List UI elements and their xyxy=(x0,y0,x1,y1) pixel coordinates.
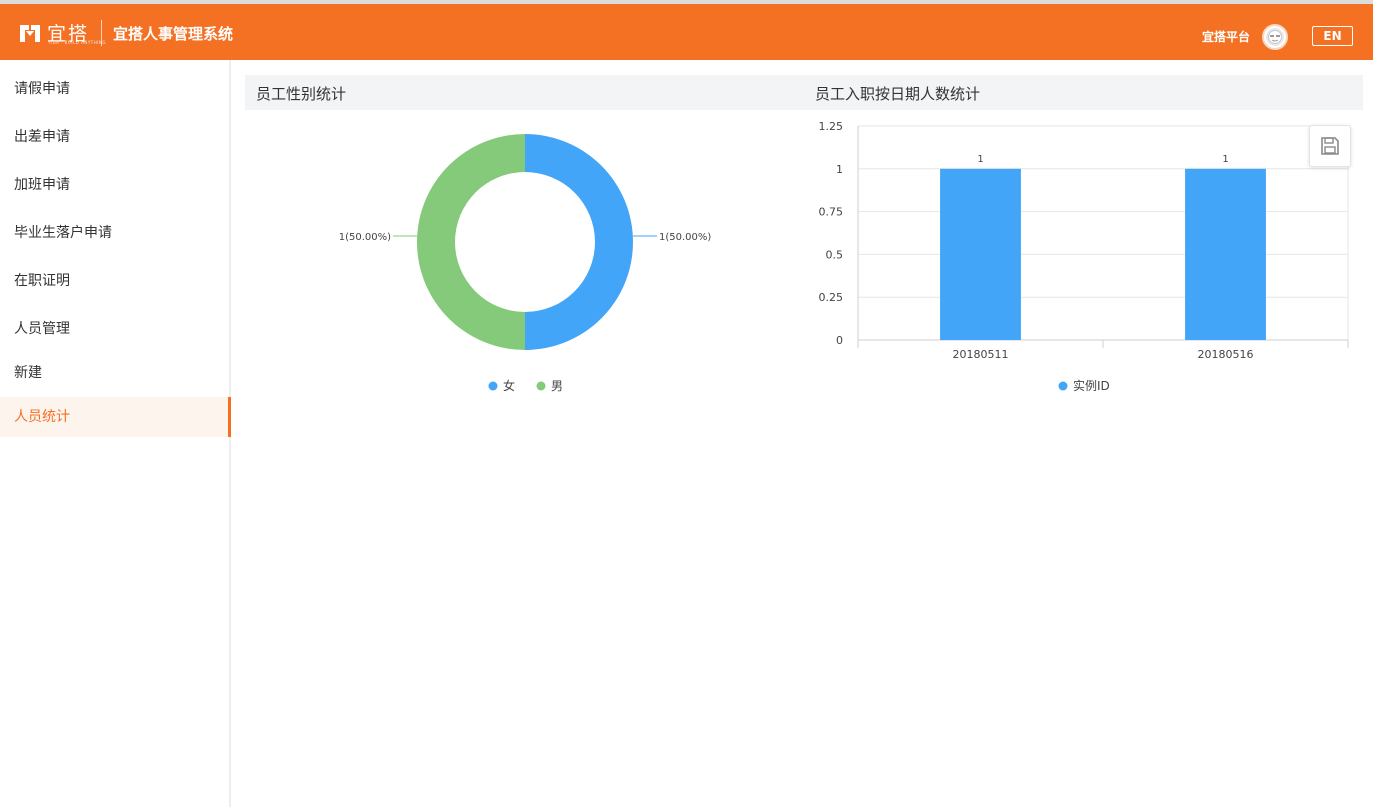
hire-date-bar-chart: 0 0.25 0.5 0.75 1 1.25 20180511 20180516 1 1 实例I… xyxy=(819,120,1349,393)
logo-divider xyxy=(101,20,102,46)
avatar-face-icon xyxy=(1266,28,1284,46)
legend-marker-1[interactable] xyxy=(536,381,546,391)
donut-label-0: 1(50.00%) xyxy=(659,232,711,243)
donut-slice-0[interactable] xyxy=(525,134,633,350)
sidebar-nav: 请假申请 出差申请 加班申请 毕业生落户申请 在职证明 人员管理 新建 人员统计 xyxy=(0,60,231,807)
save-chart-button[interactable] xyxy=(1309,125,1351,167)
bar-0[interactable] xyxy=(940,168,1021,340)
legend-label-0[interactable]: 女 xyxy=(503,378,515,393)
legend-marker-0[interactable] xyxy=(488,381,498,391)
y-tick-label-5: 1.25 xyxy=(819,120,844,133)
bar-1[interactable] xyxy=(1185,168,1266,340)
logo-icon xyxy=(20,25,40,42)
y-tick-label-2: 0.5 xyxy=(826,248,844,261)
sidebar-item-overtime[interactable]: 加班申请 xyxy=(0,165,229,205)
language-toggle-button[interactable]: EN xyxy=(1312,26,1353,46)
app-title[interactable]: 宜搭人事管理系统 xyxy=(113,23,233,44)
sidebar-item-employment-certificate[interactable]: 在职证明 xyxy=(0,261,229,301)
app-header: 宜搭 YIDA · BUILD ANYTHING 宜搭人事管理系统 宜搭平台 E… xyxy=(0,4,1373,60)
donut-slice-1[interactable] xyxy=(417,134,525,350)
bar-data-label-1: 1 xyxy=(1222,154,1228,165)
gender-chart-title: 员工性别统计 xyxy=(256,85,347,103)
donut-label-1: 1(50.00%) xyxy=(339,232,391,243)
gender-donut-chart: 1(50.00%) 1(50.00%) 女 男 xyxy=(339,134,711,393)
sidebar-item-graduate-settlement[interactable]: 毕业生落户申请 xyxy=(0,213,229,253)
sidebar-item-business-trip[interactable]: 出差申请 xyxy=(0,117,229,157)
user-name[interactable]: 宜搭平台 xyxy=(1202,28,1250,45)
y-tick-label-3: 0.75 xyxy=(819,206,844,219)
avatar[interactable] xyxy=(1262,24,1288,50)
sidebar-item-personnel-statistics[interactable]: 人员统计 xyxy=(0,397,231,437)
sidebar-item-new[interactable]: 新建 xyxy=(0,353,229,393)
hire-chart-title: 员工入职按日期人数统计 xyxy=(815,85,981,103)
y-tick-label-0: 0 xyxy=(836,334,843,347)
legend-label-1[interactable]: 男 xyxy=(551,379,563,393)
sidebar-item-leave-request[interactable]: 请假申请 xyxy=(0,69,229,109)
section-header-bar xyxy=(245,75,1363,110)
save-icon xyxy=(1321,137,1339,155)
x-tick-label-1: 20180516 xyxy=(1198,348,1254,361)
x-tick-label-0: 20180511 xyxy=(953,348,1009,361)
y-tick-label-4: 1 xyxy=(836,163,843,176)
y-tick-label-1: 0.25 xyxy=(819,291,844,304)
logo-subtext: YIDA · BUILD ANYTHING xyxy=(48,40,107,45)
legend-marker-bar[interactable] xyxy=(1058,381,1068,391)
bar-data-label-0: 1 xyxy=(977,154,983,165)
sidebar-item-personnel-management[interactable]: 人员管理 xyxy=(0,309,229,349)
legend-label-bar[interactable]: 实例ID xyxy=(1073,378,1110,393)
